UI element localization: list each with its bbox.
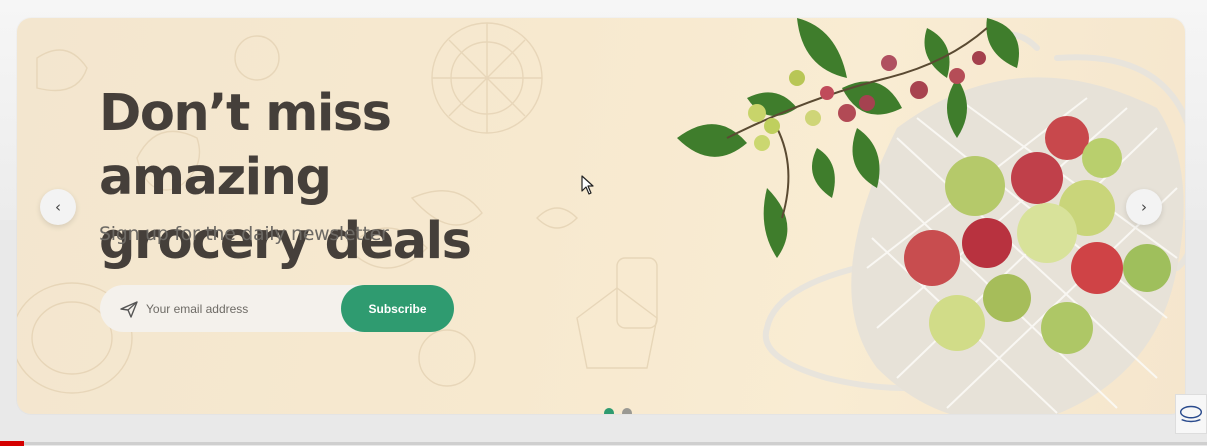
hero-subheadline: Sign up for the daily newsletter: [99, 223, 389, 245]
carousel-next-button[interactable]: ›: [1126, 189, 1162, 225]
carousel-prev-button[interactable]: ‹: [40, 189, 76, 225]
carousel-pagination: [604, 408, 632, 414]
email-input[interactable]: [146, 293, 336, 324]
headline-line-1: Don’t miss amazing: [99, 84, 392, 207]
apples-net-bag-image: [677, 18, 1185, 414]
watermark-icon: [1179, 405, 1203, 423]
hero-headline: Don’t miss amazing grocery deals: [99, 82, 619, 274]
carousel-dot-1[interactable]: [604, 408, 614, 414]
paper-plane-icon: [120, 301, 138, 318]
chevron-left-icon: ‹: [55, 198, 61, 216]
carousel-dot-2[interactable]: [622, 408, 632, 414]
video-progress-played[interactable]: [0, 441, 24, 446]
mouse-cursor-icon: [581, 175, 594, 195]
chevron-right-icon: ›: [1141, 198, 1147, 216]
newsletter-form: Subscribe: [100, 285, 454, 332]
subscribe-button[interactable]: Subscribe: [341, 285, 454, 332]
hero-banner: Don’t miss amazing grocery deals Sign up…: [17, 18, 1185, 414]
channel-watermark-logo: [1175, 394, 1207, 434]
video-progress-track[interactable]: [24, 442, 1207, 445]
